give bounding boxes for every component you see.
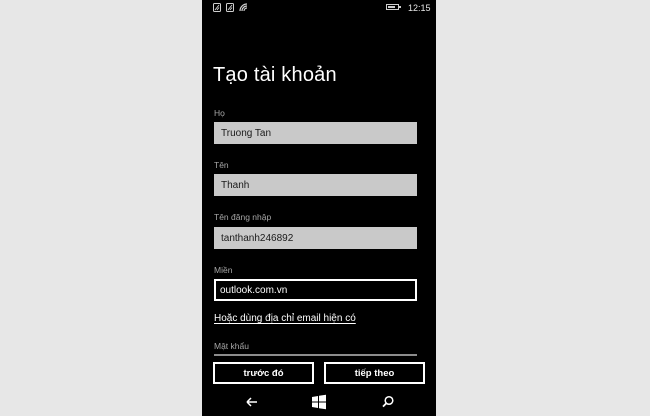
first-name-label: Tên — [214, 160, 229, 170]
next-button[interactable]: tiếp theo — [324, 362, 425, 384]
use-existing-email-link[interactable]: Hoặc dùng địa chỉ email hiện có — [214, 313, 356, 324]
search-icon[interactable] — [380, 394, 396, 410]
first-name-input[interactable] — [214, 174, 417, 196]
password-input[interactable] — [214, 354, 417, 356]
status-bar: 12:15 — [202, 0, 436, 16]
username-label: Tên đăng nhập — [214, 212, 272, 222]
last-name-input[interactable] — [214, 122, 417, 144]
phone-screen: 12:15 Tạo tài khoản Họ Tên Tên đăng nhập… — [202, 0, 436, 416]
wifi-icon — [239, 3, 248, 12]
back-button[interactable]: trước đó — [213, 362, 314, 384]
page-title: Tạo tài khoản — [213, 64, 337, 86]
domain-select[interactable] — [214, 279, 417, 301]
battery-level-fill — [388, 6, 396, 8]
sim2-signal-icon — [226, 3, 234, 12]
domain-label: Miền — [214, 265, 233, 275]
sim1-signal-icon — [213, 3, 221, 12]
battery-icon — [386, 4, 401, 10]
clock: 12:15 — [408, 3, 431, 13]
password-label: Mật khẩu — [214, 341, 249, 351]
windows-start-icon[interactable] — [311, 394, 327, 410]
last-name-label: Họ — [214, 108, 225, 118]
navigation-bar — [202, 388, 436, 416]
back-arrow-icon[interactable] — [244, 394, 260, 410]
username-input[interactable] — [214, 227, 417, 249]
